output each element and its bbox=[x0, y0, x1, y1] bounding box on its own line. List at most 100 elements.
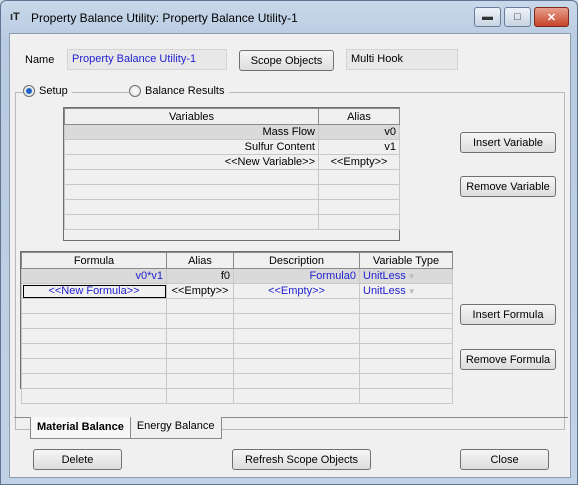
empty-cell bbox=[21, 298, 167, 314]
new-formula-cell[interactable]: <<New Formula>> bbox=[21, 283, 167, 299]
variable-type-value: UnitLess bbox=[363, 285, 406, 297]
table-row bbox=[21, 388, 453, 404]
variable-type-cell[interactable]: UnitLess ▼ bbox=[359, 268, 453, 284]
setup-radio-label: Setup bbox=[39, 85, 68, 97]
empty-cell bbox=[233, 313, 360, 329]
table-row[interactable]: <<New Variable>> <<Empty>> bbox=[64, 154, 400, 170]
empty-cell bbox=[318, 214, 400, 230]
refresh-scope-objects-button[interactable]: Refresh Scope Objects bbox=[232, 449, 371, 470]
empty-cell bbox=[166, 388, 234, 404]
title-bar[interactable]: ıT Property Balance Utility: Property Ba… bbox=[1, 1, 577, 33]
new-variable-cell[interactable]: <<New Variable>> bbox=[64, 154, 319, 170]
alias-cell[interactable]: <<Empty>> bbox=[318, 154, 400, 170]
dropdown-arrow-icon[interactable]: ▼ bbox=[408, 272, 416, 281]
setup-radio[interactable]: Setup bbox=[23, 85, 72, 97]
empty-cell bbox=[166, 343, 234, 359]
alias-cell[interactable]: v1 bbox=[318, 139, 400, 155]
empty-cell bbox=[318, 169, 400, 185]
minimize-icon: ▬ bbox=[482, 11, 493, 23]
alias-header[interactable]: Alias bbox=[318, 108, 400, 125]
alias-header[interactable]: Alias bbox=[166, 252, 234, 269]
formula-table: Formula Alias Description Variable Type … bbox=[21, 252, 453, 404]
close-window-button[interactable]: ✕ bbox=[534, 7, 569, 27]
variables-grid: Variables Alias Mass Flow v0 Sulfur Cont… bbox=[63, 107, 400, 241]
variable-cell[interactable]: Mass Flow bbox=[64, 124, 319, 140]
alias-cell[interactable]: <<Empty>> bbox=[166, 283, 234, 299]
empty-cell bbox=[64, 184, 319, 200]
variables-header[interactable]: Variables bbox=[64, 108, 319, 125]
empty-cell bbox=[359, 388, 453, 404]
tab-material-balance[interactable]: Material Balance bbox=[30, 417, 131, 439]
maximize-icon: □ bbox=[514, 11, 521, 23]
tab-energy-balance[interactable]: Energy Balance bbox=[129, 417, 222, 439]
empty-cell bbox=[21, 373, 167, 389]
property-balance-window: ıT Property Balance Utility: Property Ba… bbox=[0, 0, 578, 485]
dropdown-arrow-icon[interactable]: ▼ bbox=[408, 287, 416, 296]
description-header[interactable]: Description bbox=[233, 252, 360, 269]
alias-cell[interactable]: v0 bbox=[318, 124, 400, 140]
table-row bbox=[64, 199, 400, 215]
empty-cell bbox=[233, 298, 360, 314]
table-row[interactable]: <<New Formula>> <<Empty>> <<Empty>> Unit… bbox=[21, 283, 453, 299]
dialog-body: Name Property Balance Utility-1 Scope Ob… bbox=[9, 33, 571, 478]
table-row bbox=[21, 298, 453, 314]
variable-type-header[interactable]: Variable Type bbox=[359, 252, 453, 269]
empty-cell bbox=[318, 199, 400, 215]
formula-header[interactable]: Formula bbox=[21, 252, 167, 269]
insert-formula-button[interactable]: Insert Formula bbox=[460, 304, 556, 325]
formula-cell[interactable]: v0*v1 bbox=[21, 268, 167, 284]
empty-cell bbox=[166, 328, 234, 344]
variable-cell[interactable]: Sulfur Content bbox=[64, 139, 319, 155]
empty-cell bbox=[359, 343, 453, 359]
empty-cell bbox=[359, 358, 453, 374]
empty-cell bbox=[233, 373, 360, 389]
table-row bbox=[64, 214, 400, 230]
variable-type-value: UnitLess bbox=[363, 270, 406, 282]
radio-selected-icon bbox=[23, 85, 35, 97]
name-field[interactable]: Property Balance Utility-1 bbox=[67, 49, 227, 70]
close-icon: ✕ bbox=[546, 11, 557, 24]
name-label: Name bbox=[25, 54, 55, 66]
empty-cell bbox=[233, 388, 360, 404]
empty-cell bbox=[359, 313, 453, 329]
empty-cell bbox=[21, 388, 167, 404]
delete-button[interactable]: Delete bbox=[33, 449, 122, 470]
remove-variable-button[interactable]: Remove Variable bbox=[460, 176, 556, 197]
table-row[interactable]: v0*v1 f0 Formula0 UnitLess ▼ bbox=[21, 268, 453, 284]
description-cell[interactable]: <<Empty>> bbox=[233, 283, 360, 299]
table-row[interactable]: Mass Flow v0 bbox=[64, 124, 400, 140]
app-icon: ıT bbox=[10, 11, 20, 23]
empty-cell bbox=[21, 328, 167, 344]
remove-formula-button[interactable]: Remove Formula bbox=[460, 349, 556, 370]
balance-results-radio[interactable]: Balance Results bbox=[129, 85, 229, 97]
close-button[interactable]: Close bbox=[460, 449, 549, 470]
formula-grid: Formula Alias Description Variable Type … bbox=[20, 251, 453, 404]
empty-cell bbox=[233, 328, 360, 344]
empty-cell bbox=[21, 313, 167, 329]
empty-cell bbox=[359, 328, 453, 344]
empty-cell bbox=[166, 358, 234, 374]
empty-cell bbox=[166, 313, 234, 329]
empty-cell bbox=[359, 373, 453, 389]
description-cell[interactable]: Formula0 bbox=[233, 268, 360, 284]
empty-cell bbox=[64, 199, 319, 215]
empty-cell bbox=[166, 373, 234, 389]
maximize-button[interactable]: □ bbox=[504, 7, 531, 27]
table-row[interactable]: Sulfur Content v1 bbox=[64, 139, 400, 155]
window-title: Property Balance Utility: Property Balan… bbox=[31, 11, 298, 25]
insert-variable-button[interactable]: Insert Variable bbox=[460, 132, 556, 153]
balance-results-radio-label: Balance Results bbox=[145, 85, 225, 97]
scope-objects-button[interactable]: Scope Objects bbox=[239, 50, 334, 71]
empty-cell bbox=[233, 358, 360, 374]
minimize-button[interactable]: ▬ bbox=[474, 7, 501, 27]
hook-field: Multi Hook bbox=[346, 49, 458, 70]
table-row bbox=[21, 328, 453, 344]
empty-cell bbox=[21, 343, 167, 359]
radio-unselected-icon bbox=[129, 85, 141, 97]
alias-cell[interactable]: f0 bbox=[166, 268, 234, 284]
variables-table: Variables Alias Mass Flow v0 Sulfur Cont… bbox=[64, 108, 400, 230]
table-row bbox=[21, 343, 453, 359]
table-row bbox=[64, 184, 400, 200]
variable-type-cell[interactable]: UnitLess ▼ bbox=[359, 283, 453, 299]
empty-cell bbox=[359, 298, 453, 314]
